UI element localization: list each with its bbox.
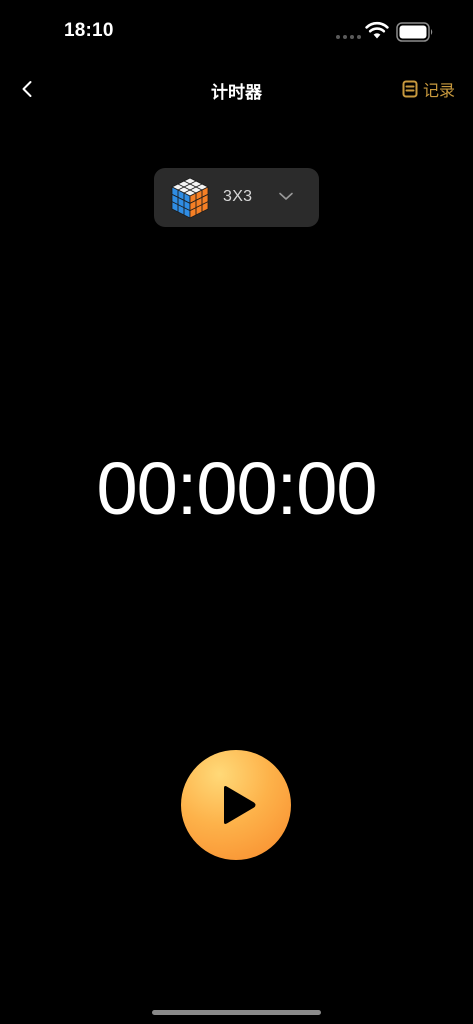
records-label: 记录 <box>423 83 456 100</box>
cube-type-selector[interactable]: 3X3 <box>154 168 319 227</box>
play-icon <box>224 786 256 824</box>
battery-icon <box>396 22 433 42</box>
records-button[interactable]: 记录 <box>402 76 455 102</box>
timer-display: 00:00:00 <box>96 447 377 530</box>
cellular-signal-icon <box>336 35 361 39</box>
start-timer-button[interactable] <box>181 750 291 860</box>
navigation-bar: 计时器 记录 <box>0 66 473 112</box>
home-indicator <box>152 1010 321 1015</box>
rubiks-cube-icon <box>171 177 209 219</box>
cube-type-label: 3X3 <box>223 188 253 205</box>
chevron-down-icon <box>279 192 293 200</box>
wifi-icon <box>365 21 389 39</box>
status-bar: 18:10 <box>0 0 473 64</box>
document-list-icon <box>402 80 418 98</box>
status-time: 18:10 <box>64 20 114 41</box>
